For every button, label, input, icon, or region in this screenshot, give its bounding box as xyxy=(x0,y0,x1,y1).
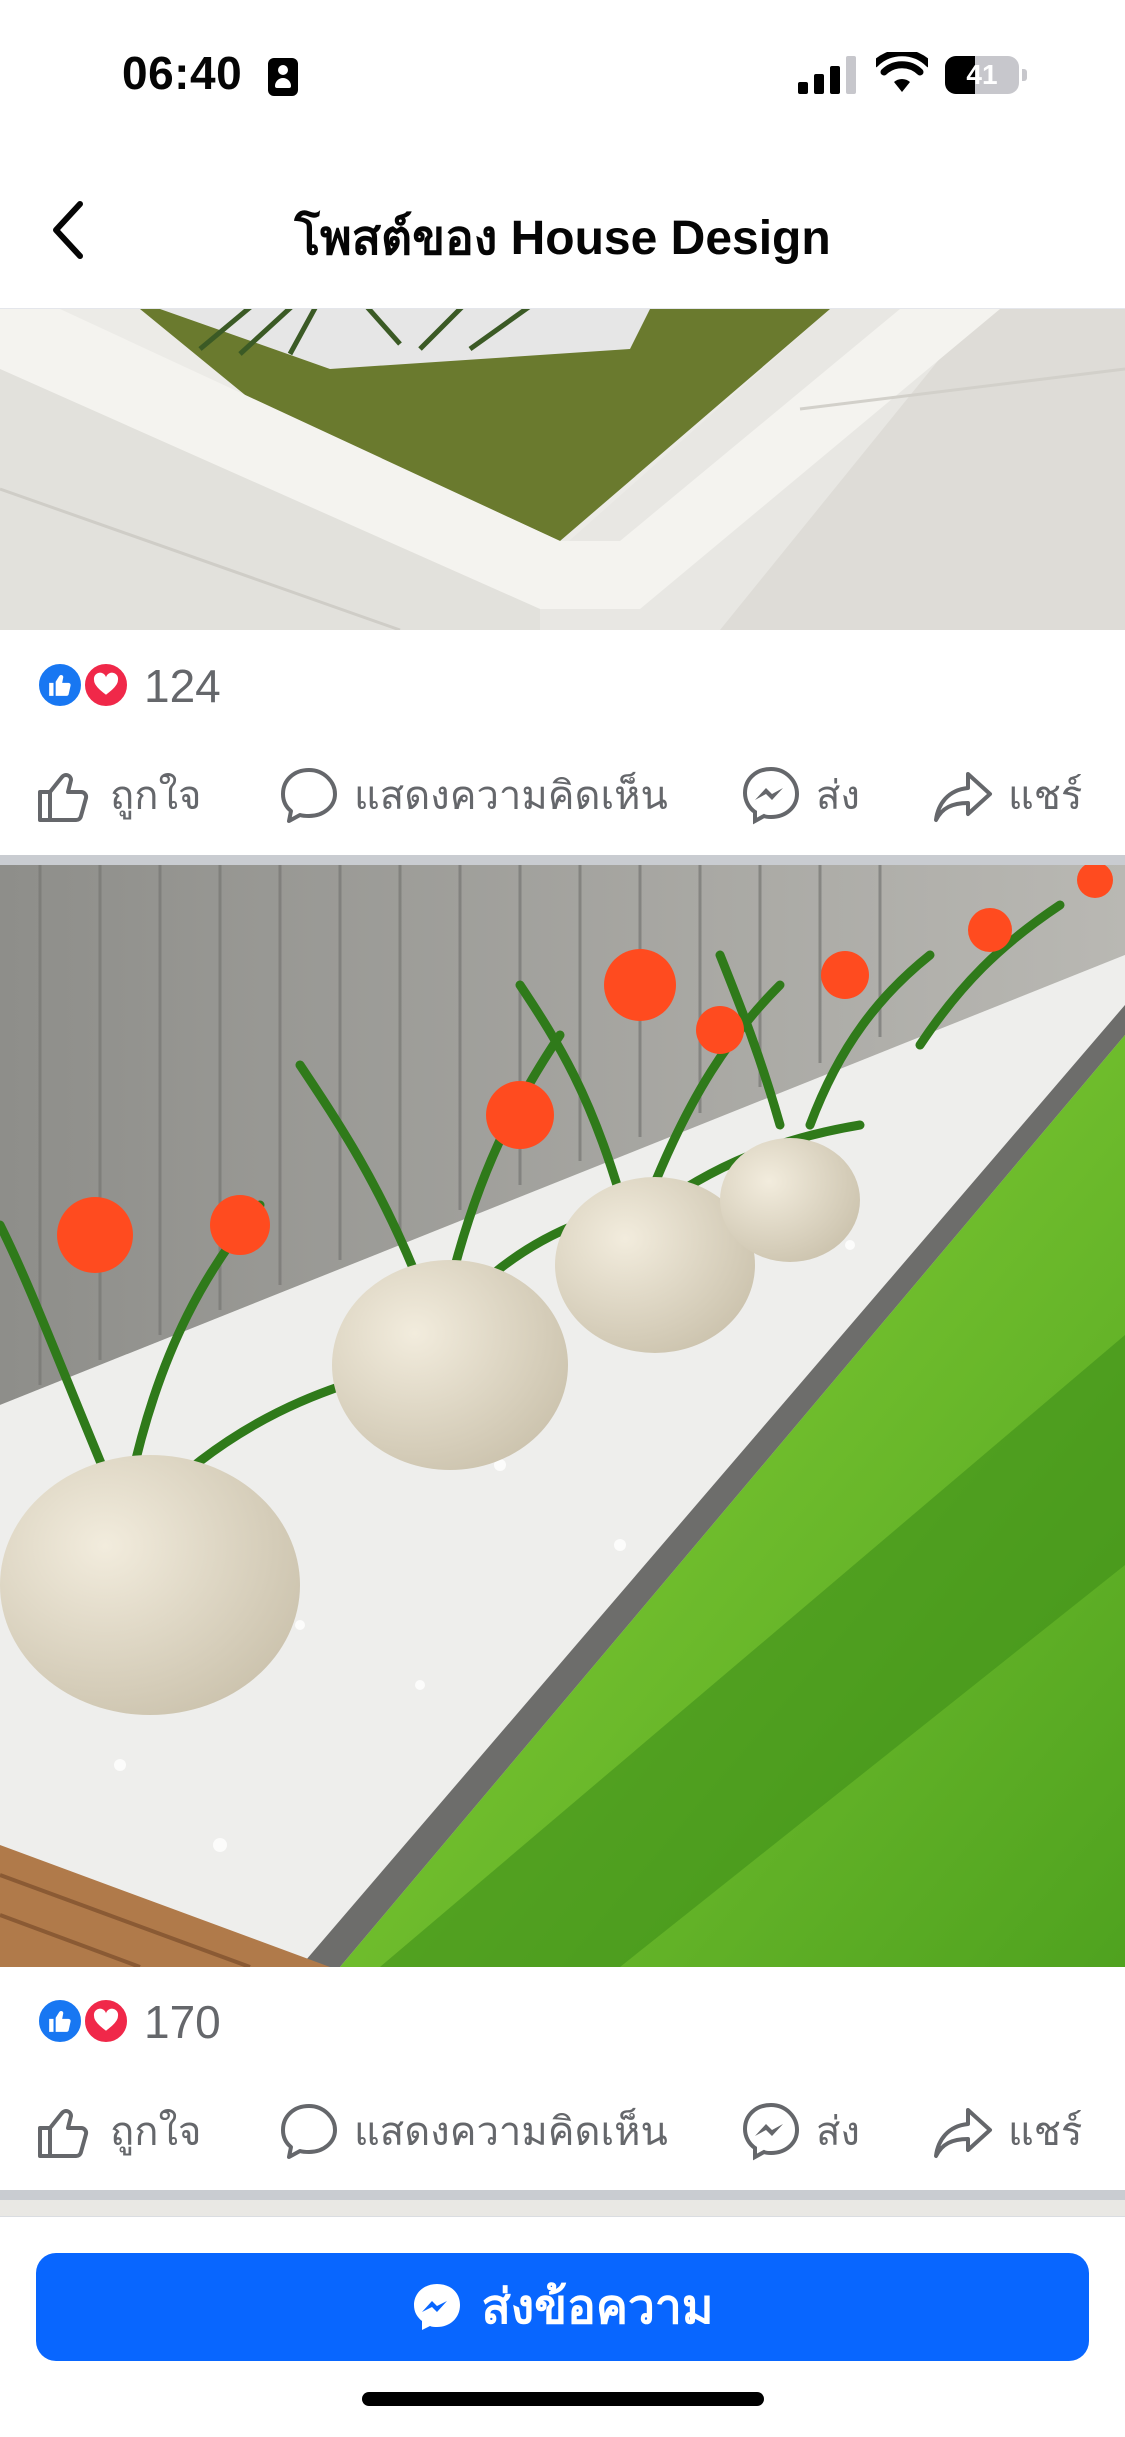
like-label: ถูกใจ xyxy=(110,774,202,818)
post-divider xyxy=(0,855,1125,865)
battery-percent: 41 xyxy=(966,59,998,90)
post-divider xyxy=(0,2190,1125,2200)
send-message-button[interactable]: ส่งข้อความ xyxy=(36,2253,1089,2361)
share-button[interactable]: แชร์ xyxy=(932,750,1082,840)
like-button[interactable]: ถูกใจ xyxy=(34,750,201,840)
messenger-icon xyxy=(742,2102,800,2161)
post-photo-potted-flowers[interactable] xyxy=(0,865,1125,1967)
comment-label: แสดงความคิดเห็น xyxy=(354,2110,668,2154)
share-label: แชร์ xyxy=(1008,2110,1083,2154)
comment-button[interactable]: แสดงความคิดเห็น xyxy=(278,750,668,840)
comment-label: แสดงความคิดเห็น xyxy=(354,774,668,818)
like-label: ถูกใจ xyxy=(110,2110,202,2154)
reaction-count: 124 xyxy=(144,660,221,712)
like-reaction-icon xyxy=(36,1997,84,2045)
love-reaction-icon xyxy=(82,1997,130,2045)
post-action-bar: ถูกใจ แสดงความคิดเห็น ส่ง แชร์ xyxy=(0,2086,1125,2176)
status-time: 06:40 xyxy=(122,47,243,99)
post-photo-garden-bed[interactable] xyxy=(0,309,1125,630)
share-label: แชร์ xyxy=(1008,774,1083,818)
comment-bubble-icon xyxy=(281,2104,337,2159)
like-button[interactable]: ถูกใจ xyxy=(34,2086,201,2176)
send-message-label: ส่งข้อความ xyxy=(481,2281,714,2334)
like-reaction-icon xyxy=(36,661,84,709)
page-title: โพสต์ของ House Design xyxy=(294,212,831,265)
comment-bubble-icon xyxy=(281,768,337,823)
share-arrow-icon xyxy=(934,2108,992,2158)
send-button[interactable]: ส่ง xyxy=(740,2086,860,2176)
battery-icon: 41 xyxy=(945,56,1027,94)
reaction-count: 170 xyxy=(144,1996,221,2048)
cellular-signal-icon xyxy=(798,56,856,94)
focus-person-icon xyxy=(268,58,298,96)
send-label: ส่ง xyxy=(816,774,860,818)
thumbs-up-icon xyxy=(38,2109,89,2158)
status-bar: 06:40 41 xyxy=(0,0,1125,150)
send-label: ส่ง xyxy=(816,2110,860,2154)
messenger-icon xyxy=(414,2284,461,2330)
post-action-bar: ถูกใจ แสดงความคิดเห็น ส่ง แชร์ xyxy=(0,750,1125,840)
thumbs-up-icon xyxy=(38,773,89,822)
send-button[interactable]: ส่ง xyxy=(740,750,860,840)
page-header: โพสต์ของ House Design xyxy=(0,150,1125,309)
home-indicator xyxy=(362,2392,764,2406)
next-post-photo-peek xyxy=(0,2200,1125,2216)
messenger-icon xyxy=(742,766,800,825)
wifi-icon xyxy=(876,52,928,92)
share-button[interactable]: แชร์ xyxy=(932,2086,1082,2176)
share-arrow-icon xyxy=(934,772,992,822)
love-reaction-icon xyxy=(82,661,130,709)
comment-button[interactable]: แสดงความคิดเห็น xyxy=(278,2086,668,2176)
